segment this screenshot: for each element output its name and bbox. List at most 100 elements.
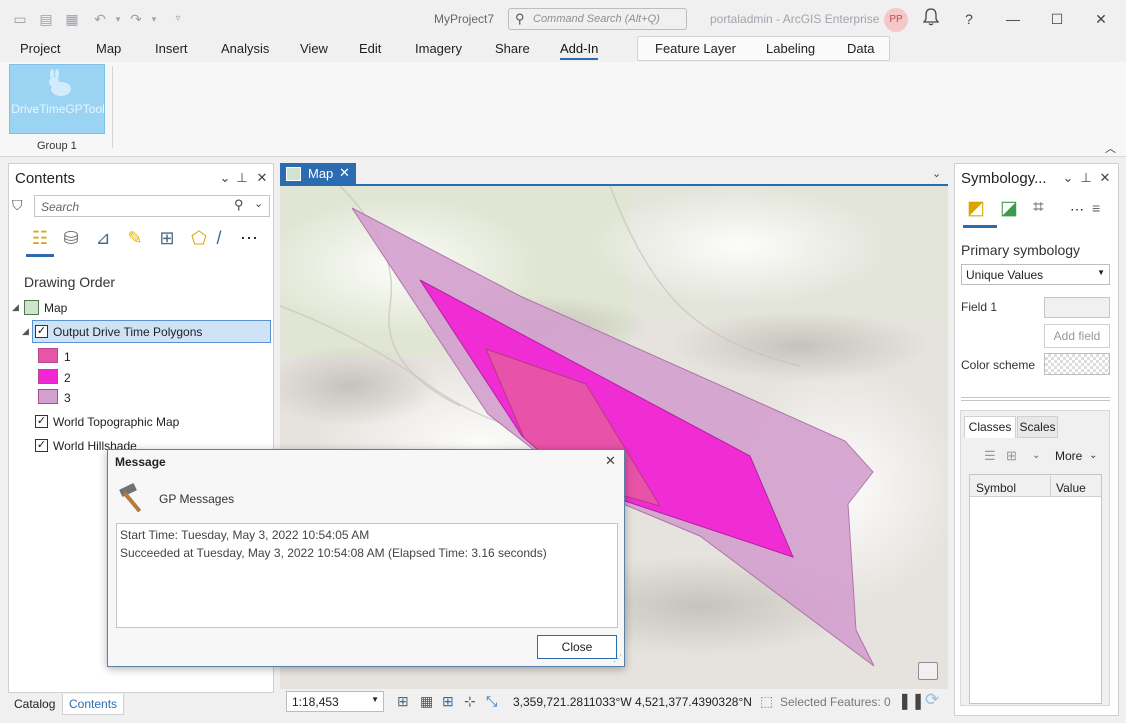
list-by-selection-icon[interactable]: ⊿ <box>91 226 115 250</box>
advanced-symbology-icon[interactable]: ⌗ <box>1033 197 1044 219</box>
close-map-tab-icon[interactable]: ✕ <box>339 165 350 181</box>
list-by-editing-icon[interactable]: ✎ <box>123 226 147 250</box>
undo-icon[interactable]: ↶ <box>90 9 110 29</box>
close-button[interactable]: Close <box>537 635 617 659</box>
save-project-icon[interactable]: ▦ <box>62 9 82 29</box>
collapse-ribbon-icon[interactable]: ︿ <box>1105 140 1116 156</box>
pin-icon[interactable]: ⊥ <box>234 170 250 186</box>
pause-icon[interactable]: ❚❚ <box>898 691 925 711</box>
tab-catalog[interactable]: Catalog <box>14 697 55 711</box>
primary-symbology-icon[interactable]: ◩ <box>967 197 985 220</box>
add-values-icon[interactable]: ⊞ <box>1006 448 1017 464</box>
tab-analysis[interactable]: Analysis <box>221 41 269 56</box>
refresh-icon[interactable]: ⟳ <box>925 690 939 710</box>
grid-icon[interactable]: ▦ <box>420 693 433 710</box>
redo-dropdown-icon[interactable]: ▾ <box>144 9 164 29</box>
tab-add-in[interactable]: Add-In <box>560 41 599 60</box>
close-icon[interactable]: ✕ <box>254 170 270 186</box>
legend-swatch-2[interactable] <box>38 369 58 384</box>
chevron-down-icon[interactable]: ⌄ <box>1032 450 1040 461</box>
drive-time-gp-tool-button[interactable]: DriveTimeGPTool <box>9 64 105 134</box>
chevron-down-icon[interactable]: ⌄ <box>932 167 941 180</box>
map-overview-icon[interactable] <box>918 662 938 680</box>
chevron-down-icon[interactable]: ⌄ <box>217 170 233 186</box>
add-field-button[interactable]: Add field <box>1044 324 1110 348</box>
ribbon <box>0 62 1126 157</box>
close-window-button[interactable]: ✕ <box>1090 8 1112 30</box>
chevron-down-icon[interactable]: ⌄ <box>1060 170 1076 186</box>
menu-icon[interactable]: ≡ <box>1092 200 1100 216</box>
help-button[interactable]: ? <box>958 8 980 30</box>
legend-swatch-1[interactable] <box>38 348 58 363</box>
tab-imagery[interactable]: Imagery <box>415 41 462 56</box>
close-icon[interactable]: ✕ <box>1097 170 1113 186</box>
more-options-icon[interactable]: ⋯ <box>1070 201 1084 218</box>
legend-label: 2 <box>64 371 71 385</box>
navigation-icon[interactable]: ⊞ <box>397 693 409 710</box>
maximize-button[interactable]: ☐ <box>1046 8 1068 30</box>
tab-scales[interactable]: Scales <box>1017 416 1058 438</box>
vary-symbology-icon[interactable]: ◪ <box>1000 197 1018 220</box>
north-arrow-icon[interactable]: ⤡ <box>486 693 497 710</box>
command-search-input[interactable]: ⚲ Command Search (Alt+Q) <box>508 8 687 30</box>
avatar[interactable]: PP <box>884 8 908 32</box>
new-project-icon[interactable]: ▭ <box>10 9 30 29</box>
collapse-layer-icon[interactable]: ◢ <box>22 326 29 337</box>
list-by-perspective-icon[interactable]: / <box>213 226 225 250</box>
open-project-icon[interactable]: ▤ <box>36 9 56 29</box>
messages-box[interactable]: Start Time: Tuesday, May 3, 2022 10:54:0… <box>116 523 618 628</box>
collapse-map-icon[interactable]: ◢ <box>12 302 19 313</box>
color-scheme-select[interactable] <box>1044 353 1110 375</box>
list-by-data-source-icon[interactable]: ⛁ <box>59 226 83 250</box>
symbology-method-select[interactable]: Unique Values ▼ <box>961 264 1110 285</box>
minimize-button[interactable]: — <box>1002 8 1024 30</box>
basemap-visibility-checkbox[interactable]: ✓ <box>35 415 48 428</box>
output-layer-name[interactable]: Output Drive Time Polygons <box>53 325 202 339</box>
tab-view[interactable]: View <box>300 41 328 56</box>
map-view-icon <box>286 167 301 181</box>
more-button[interactable]: More <box>1055 449 1082 463</box>
column-value[interactable]: Value <box>1056 481 1086 495</box>
crosshair-icon[interactable]: ⊹ <box>464 693 476 710</box>
tab-feature-layer[interactable]: Feature Layer <box>655 41 736 56</box>
search-icon[interactable]: ⚲ <box>234 197 244 213</box>
splitter-handle[interactable] <box>961 397 1110 401</box>
list-by-drawing-order-icon[interactable]: ☷ <box>28 226 52 250</box>
basemap-layer-name[interactable]: World Topographic Map <box>53 415 179 429</box>
customize-toolbar-icon[interactable]: ▿ <box>168 9 188 29</box>
chevron-down-icon[interactable]: ⌄ <box>1089 450 1097 461</box>
scale-selector[interactable]: 1:18,453 ▼ <box>286 691 384 712</box>
map-tree-item[interactable]: Map <box>44 301 67 315</box>
selected-features-count[interactable]: Selected Features: 0 <box>780 695 891 709</box>
chevron-down-icon[interactable]: ⌄ <box>254 197 263 210</box>
column-symbol[interactable]: Symbol <box>976 481 1016 495</box>
snapping-icon[interactable]: ⊞ <box>442 693 454 710</box>
redo-icon[interactable]: ↷ <box>126 9 146 29</box>
pin-icon[interactable]: ⊥ <box>1078 170 1094 186</box>
list-by-snapping-icon[interactable]: ⊞ <box>155 226 179 250</box>
tab-data[interactable]: Data <box>847 41 874 56</box>
portal-status[interactable]: portaladmin - ArcGIS Enterprise <box>710 12 879 26</box>
filter-icon[interactable]: ⛉ <box>12 197 23 214</box>
tab-map[interactable]: Map <box>96 41 121 56</box>
tab-insert[interactable]: Insert <box>155 41 188 56</box>
legend-swatch-3[interactable] <box>38 389 58 404</box>
more-options-icon[interactable]: ⋯ <box>237 226 261 250</box>
tab-classes[interactable]: Classes <box>964 416 1016 438</box>
hillshade-visibility-checkbox[interactable]: ✓ <box>35 439 48 452</box>
list-by-labeling-icon[interactable]: ⬠ <box>187 226 211 250</box>
tab-contents[interactable]: Contents <box>62 694 125 715</box>
list-icon[interactable]: ☰ <box>984 448 996 464</box>
tab-project[interactable]: Project <box>20 41 60 56</box>
resize-grip-icon[interactable]: ⋰ <box>613 653 622 664</box>
notifications-bell-icon[interactable] <box>920 8 942 30</box>
undo-dropdown-icon[interactable]: ▾ <box>108 9 128 29</box>
hammer-icon <box>116 482 150 514</box>
tab-share[interactable]: Share <box>495 41 530 56</box>
tab-edit[interactable]: Edit <box>359 41 381 56</box>
field-1-select[interactable] <box>1044 297 1110 318</box>
close-icon[interactable]: ✕ <box>605 453 616 469</box>
layer-visibility-checkbox[interactable]: ✓ <box>35 325 48 338</box>
project-name: MyProject7 <box>434 12 495 26</box>
tab-labeling[interactable]: Labeling <box>766 41 815 56</box>
